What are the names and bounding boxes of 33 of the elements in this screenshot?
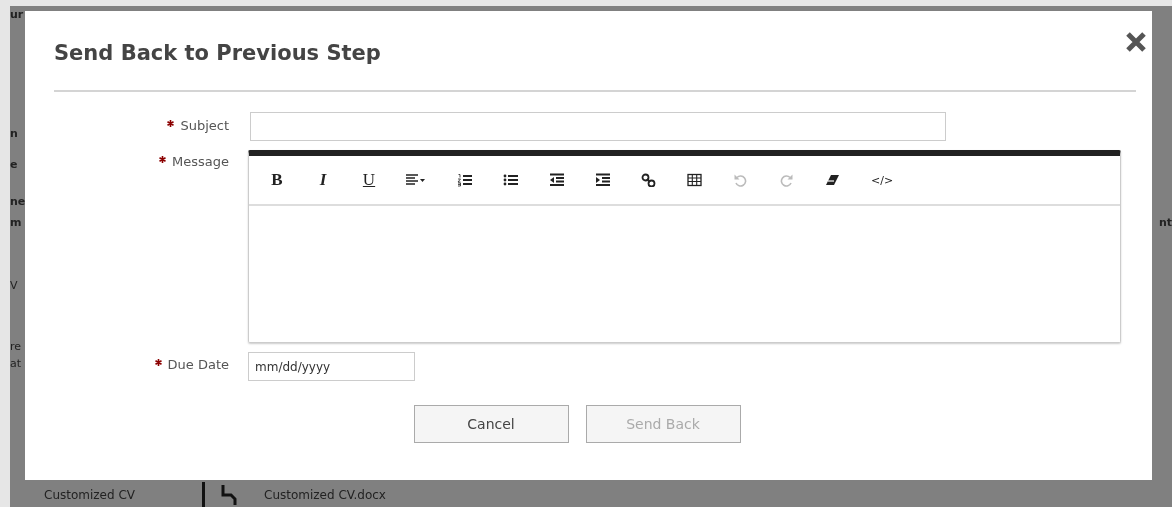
field-label: Due Date (167, 357, 229, 372)
document-name: Customized CV (44, 487, 136, 502)
dialog-title: Send Back to Previous Step (54, 41, 381, 65)
field-label: Subject (180, 118, 229, 133)
subject-field[interactable] (250, 112, 946, 141)
italic-button[interactable]: I (313, 170, 333, 190)
numbered-list-icon[interactable] (457, 173, 472, 187)
background-text: V (10, 279, 19, 292)
background-text: re (10, 340, 23, 353)
background-text: e (10, 158, 19, 171)
background-text: ne (10, 195, 25, 208)
table-icon[interactable] (687, 173, 702, 187)
bold-button[interactable]: B (267, 170, 287, 190)
document-icon (221, 484, 237, 505)
field-label: Message (172, 154, 229, 169)
close-icon[interactable] (1125, 31, 1147, 53)
message-editor[interactable]: B I U </> (248, 150, 1121, 343)
code-view-button[interactable]: </> (871, 173, 891, 187)
align-left-icon[interactable] (405, 173, 426, 187)
background-text: ur (10, 8, 25, 21)
background-text: at (10, 357, 23, 370)
eraser-icon[interactable] (825, 173, 840, 187)
link-icon[interactable] (641, 173, 656, 187)
cancel-button[interactable]: Cancel (413, 405, 569, 443)
file-name: Customized CV.docx (264, 487, 386, 502)
underline-button[interactable]: U (359, 170, 379, 190)
background-text: n (10, 127, 19, 140)
outdent-icon[interactable] (549, 173, 564, 187)
bullet-list-icon[interactable] (503, 173, 518, 187)
background-text: m (10, 216, 23, 229)
date-field[interactable]: mm/dd/yyyy (248, 352, 415, 381)
indent-icon[interactable] (595, 173, 610, 187)
background-text: nt (1158, 216, 1172, 229)
